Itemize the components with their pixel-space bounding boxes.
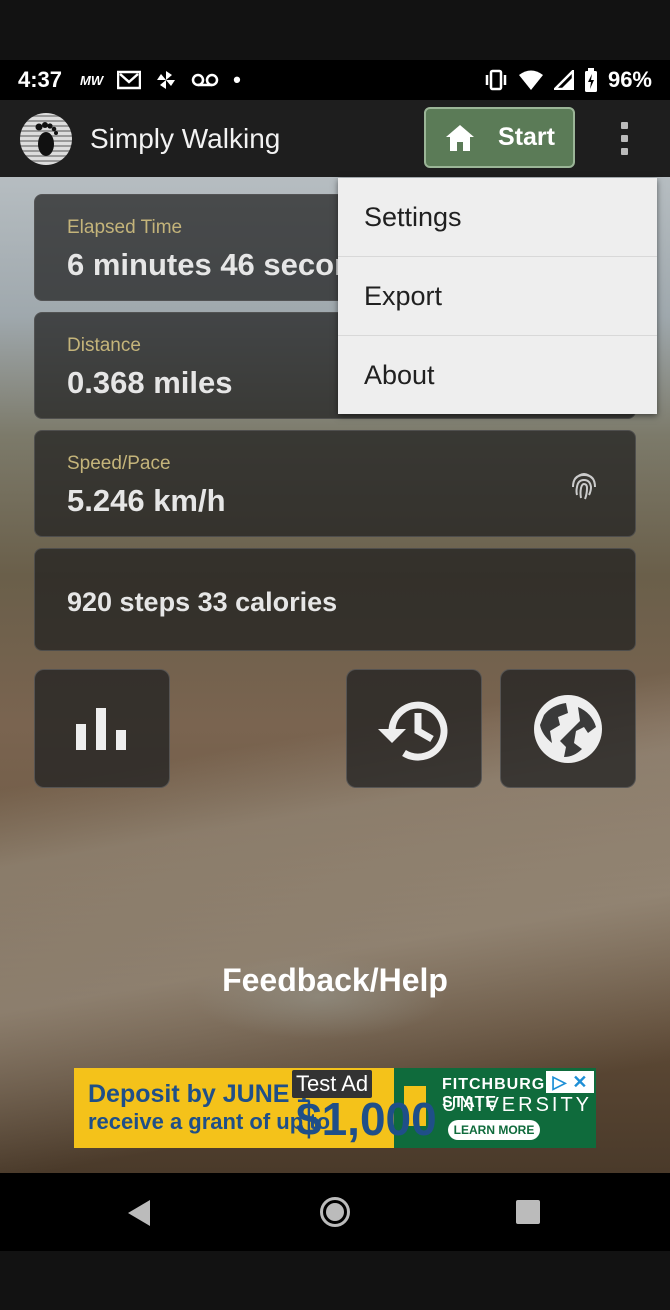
ad-university-line2: UNIVERSITY	[442, 1094, 593, 1116]
speed-card: Speed/Pace 5.246 km/h	[34, 430, 636, 537]
status-time: 4:37	[18, 67, 63, 92]
signal-icon	[553, 70, 574, 90]
ad-close-icon[interactable]: ✕	[572, 1072, 587, 1093]
speed-value: 5.246 km/h	[67, 483, 226, 518]
distance-value: 0.368 miles	[67, 365, 233, 400]
menu-item-settings[interactable]: Settings	[338, 178, 657, 257]
battery-icon	[584, 68, 597, 92]
voicemail-icon	[191, 73, 219, 87]
menu-item-about[interactable]: About	[338, 336, 657, 415]
overflow-dot-icon	[620, 134, 628, 142]
home-icon	[446, 124, 475, 151]
wifi-icon	[518, 70, 543, 90]
feedback-help-link[interactable]: Feedback/Help	[0, 962, 670, 999]
statistics-button[interactable]	[34, 669, 170, 788]
globe-icon	[534, 694, 602, 763]
overflow-dot-icon	[620, 147, 628, 155]
ad-choices[interactable]: ▷ ✕	[546, 1071, 594, 1093]
ad-amount: $1,000	[296, 1093, 437, 1145]
dot-icon: •	[233, 67, 241, 92]
recents-icon[interactable]	[516, 1200, 540, 1224]
test-ad-tag: Test Ad	[292, 1070, 373, 1098]
vibrate-icon	[485, 69, 507, 91]
history-icon	[378, 701, 448, 761]
navigation-bar	[0, 1173, 670, 1251]
pinwheel-icon	[157, 71, 176, 89]
app-title: Simply Walking	[90, 122, 281, 154]
start-button[interactable]: Start	[424, 107, 575, 168]
battery-percent: 96%	[607, 67, 652, 92]
steps-calories-card: 920 steps 33 calories	[34, 548, 636, 651]
status-bar: 4:37 MW • 96%	[0, 60, 670, 100]
elapsed-time-label: Elapsed Time	[67, 217, 183, 238]
mw-icon: MW	[80, 72, 104, 88]
history-button[interactable]	[346, 669, 482, 788]
footprint-logo-icon	[20, 112, 72, 165]
bar-chart-icon	[76, 707, 126, 750]
gmail-icon	[117, 70, 142, 90]
menu-item-export[interactable]: Export	[338, 257, 657, 336]
overflow-menu-button[interactable]	[610, 118, 638, 158]
top-black-band	[0, 0, 670, 60]
distance-label: Distance	[67, 335, 141, 356]
app-bar: Simply Walking Start	[0, 100, 670, 177]
home-nav-icon[interactable]	[320, 1197, 350, 1227]
bottom-black-band	[0, 1251, 670, 1310]
ad-learn-more-button[interactable]: LEARN MORE	[448, 1120, 540, 1140]
steps-calories-value: 920 steps 33 calories	[67, 587, 338, 617]
ad-choices-icon[interactable]: ▷	[553, 1072, 567, 1093]
start-button-label: Start	[498, 123, 555, 151]
speed-label: Speed/Pace	[67, 453, 171, 474]
overflow-menu: Settings Export About	[338, 178, 657, 414]
fingerprint-icon[interactable]	[569, 469, 599, 501]
map-button[interactable]	[500, 669, 636, 788]
overflow-dot-icon	[620, 121, 628, 129]
back-icon[interactable]	[128, 1200, 150, 1226]
